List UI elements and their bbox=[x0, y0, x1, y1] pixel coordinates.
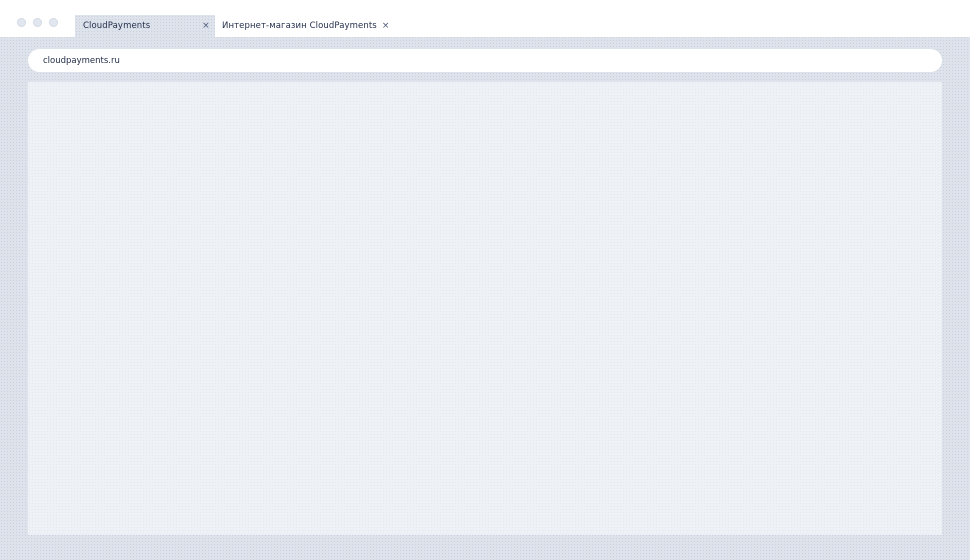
close-icon[interactable]: × bbox=[382, 21, 390, 31]
close-window-dot-icon[interactable] bbox=[17, 18, 26, 27]
minimize-window-dot-icon[interactable] bbox=[33, 18, 42, 27]
page-content-area bbox=[28, 82, 942, 535]
tab-online-store-cloudpayments[interactable]: Интернет-магазин CloudPayments × bbox=[216, 15, 389, 37]
close-icon[interactable]: × bbox=[201, 21, 211, 31]
tab-label: Интернет-магазин CloudPayments bbox=[222, 21, 377, 31]
url-text: cloudpayments.ru bbox=[43, 55, 120, 66]
tab-cloudpayments[interactable]: CloudPayments × bbox=[75, 15, 215, 37]
tab-label: CloudPayments bbox=[83, 21, 151, 31]
address-bar[interactable]: cloudpayments.ru bbox=[28, 49, 942, 72]
title-bar: CloudPayments × Интернет-магазин CloudPa… bbox=[0, 0, 970, 37]
maximize-window-dot-icon[interactable] bbox=[49, 18, 58, 27]
browser-window: CloudPayments × Интернет-магазин CloudPa… bbox=[0, 0, 970, 560]
